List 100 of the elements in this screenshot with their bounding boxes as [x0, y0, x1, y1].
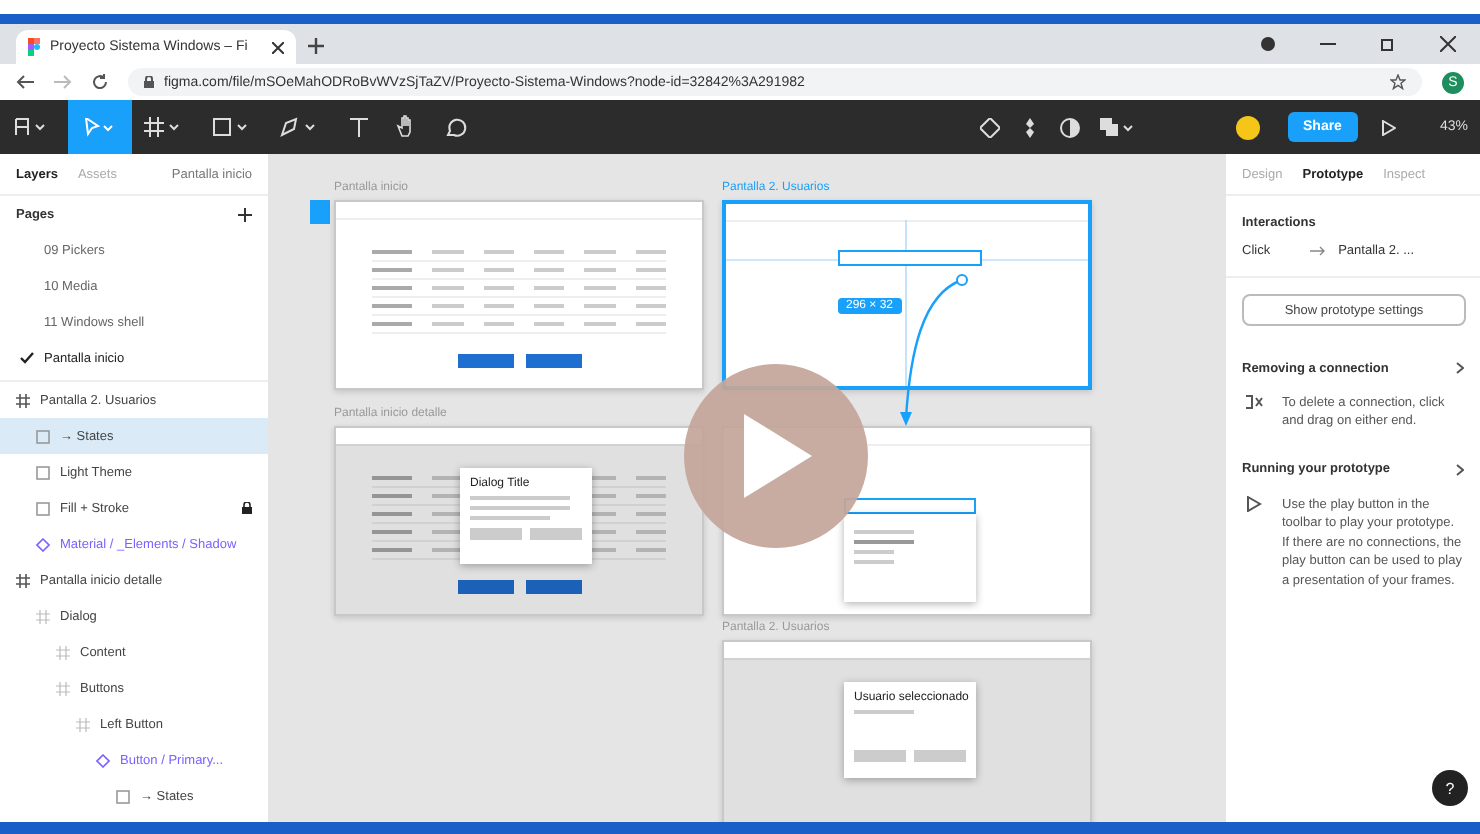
text-line	[470, 506, 570, 510]
dialog-button	[530, 528, 582, 540]
disconnect-icon	[1246, 394, 1266, 410]
text-line	[372, 530, 413, 534]
reload-icon[interactable]	[92, 74, 108, 90]
frame-icon	[16, 573, 30, 587]
text-line	[534, 304, 565, 308]
present-icon[interactable]	[1381, 119, 1396, 135]
add-icon[interactable]	[238, 207, 252, 221]
text-line	[432, 250, 464, 254]
dialog-button	[854, 750, 906, 762]
text-line	[372, 322, 413, 326]
restore-icon[interactable]	[1380, 36, 1396, 52]
dialog-button	[914, 750, 966, 762]
text-line	[483, 268, 515, 272]
media-icon[interactable]	[1260, 36, 1276, 52]
text-line	[432, 286, 464, 290]
text-line	[372, 494, 413, 498]
text-line	[854, 560, 894, 564]
action-button	[457, 580, 513, 594]
close-icon[interactable]	[272, 41, 284, 53]
text-line	[432, 530, 464, 534]
text-line	[470, 496, 570, 500]
text-line	[635, 250, 666, 254]
text-line	[432, 304, 464, 308]
chevron-icon[interactable]	[1456, 362, 1464, 374]
text-line	[635, 268, 666, 272]
text-line	[584, 250, 616, 254]
text-line	[432, 512, 464, 516]
lock-icon	[144, 76, 154, 88]
group-icon	[36, 609, 50, 623]
text-line	[432, 322, 464, 326]
cursor-icon	[84, 117, 116, 137]
action-button	[525, 580, 581, 594]
frame-icon	[16, 393, 30, 407]
contrast-icon[interactable]	[1059, 117, 1080, 137]
group-icon	[76, 717, 90, 731]
group-icon	[56, 681, 70, 695]
help-button[interactable]: ?	[1432, 770, 1468, 806]
text-line	[372, 512, 413, 516]
text-line	[372, 476, 413, 480]
text-line	[635, 530, 666, 534]
user-avatar[interactable]	[1235, 115, 1259, 139]
text-line	[483, 250, 515, 254]
text-line	[534, 250, 565, 254]
rectangle-icon	[36, 429, 50, 443]
new-tab-icon[interactable]	[308, 38, 324, 54]
text-line	[470, 516, 550, 520]
group-icon	[56, 645, 70, 659]
instance-icon	[96, 753, 110, 767]
text-line	[534, 322, 565, 326]
back-icon[interactable]	[16, 74, 34, 90]
text-line	[854, 550, 894, 554]
app-logo-icon	[28, 38, 40, 56]
text-line	[635, 286, 666, 290]
action-button	[525, 354, 581, 368]
text-line	[584, 304, 616, 308]
rectangle-icon	[116, 789, 130, 803]
text-line	[372, 286, 413, 290]
text-line	[534, 286, 565, 290]
action-button	[457, 354, 513, 368]
check-icon	[20, 352, 34, 364]
text-line	[584, 268, 616, 272]
frame[interactable]	[334, 200, 704, 390]
input-field	[838, 250, 982, 266]
rectangle-icon	[36, 465, 50, 479]
text-line	[483, 304, 515, 308]
text-line	[854, 530, 914, 534]
text-line	[635, 476, 666, 480]
text-line	[372, 250, 413, 254]
text-line	[372, 548, 413, 552]
text-line	[635, 512, 666, 516]
text-line	[635, 494, 666, 498]
text-line	[635, 548, 666, 552]
play-icon	[1246, 495, 1266, 512]
text-line	[372, 268, 413, 272]
text-line	[372, 304, 413, 308]
component-icon[interactable]	[979, 117, 1000, 137]
start-flag[interactable]	[310, 200, 330, 224]
text-line	[483, 286, 515, 290]
text-line	[584, 322, 616, 326]
close-icon[interactable]	[1440, 36, 1456, 52]
star-icon[interactable]	[1390, 74, 1406, 90]
dropdown-field	[844, 498, 976, 514]
text-line	[584, 286, 616, 290]
text-line	[483, 322, 515, 326]
text-line	[635, 304, 666, 308]
boolean-icon[interactable]	[1099, 117, 1136, 137]
arrow-icon	[1310, 245, 1327, 255]
dialog-button	[470, 528, 522, 540]
text-line	[635, 322, 666, 326]
text-line	[432, 548, 464, 552]
text-line	[854, 540, 914, 544]
chevron-icon[interactable]	[1456, 463, 1464, 476]
text-line	[432, 476, 464, 480]
text-line	[854, 710, 914, 714]
instance-icon	[36, 537, 50, 551]
text-line	[432, 268, 464, 272]
text-line	[534, 268, 565, 272]
text-line	[432, 494, 464, 498]
